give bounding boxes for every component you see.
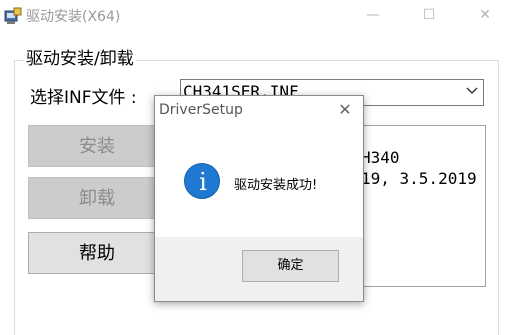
ok-button[interactable]: 确定 <box>242 250 339 282</box>
window-title: 驱动安装(X64) <box>26 9 121 25</box>
dialog-close-button[interactable]: ✕ <box>335 100 355 120</box>
close-button[interactable]: ✕ <box>462 0 508 30</box>
app-icon <box>4 7 22 24</box>
uninstall-button[interactable]: 卸载 <box>28 177 166 219</box>
groupbox-title: 驱动安装/卸载 <box>24 44 136 69</box>
info-line: 19, 3.5.2019 <box>361 169 477 188</box>
info-icon: i <box>184 163 220 199</box>
driversetup-dialog: DriverSetup ✕ i 驱动安装成功! 确定 <box>154 95 364 302</box>
info-icon-glyph: i <box>199 168 207 196</box>
minimize-button[interactable]: — <box>350 0 396 30</box>
install-button[interactable]: 安装 <box>28 125 166 167</box>
chevron-down-icon[interactable] <box>466 86 478 96</box>
inf-label: 选择INF文件 : <box>30 88 137 108</box>
info-line: H340 <box>361 148 400 167</box>
help-button[interactable]: 帮助 <box>28 232 166 274</box>
dialog-message: 驱动安装成功! <box>234 178 318 193</box>
dialog-title: DriverSetup <box>159 102 243 118</box>
maximize-button[interactable]: ☐ <box>406 0 452 30</box>
